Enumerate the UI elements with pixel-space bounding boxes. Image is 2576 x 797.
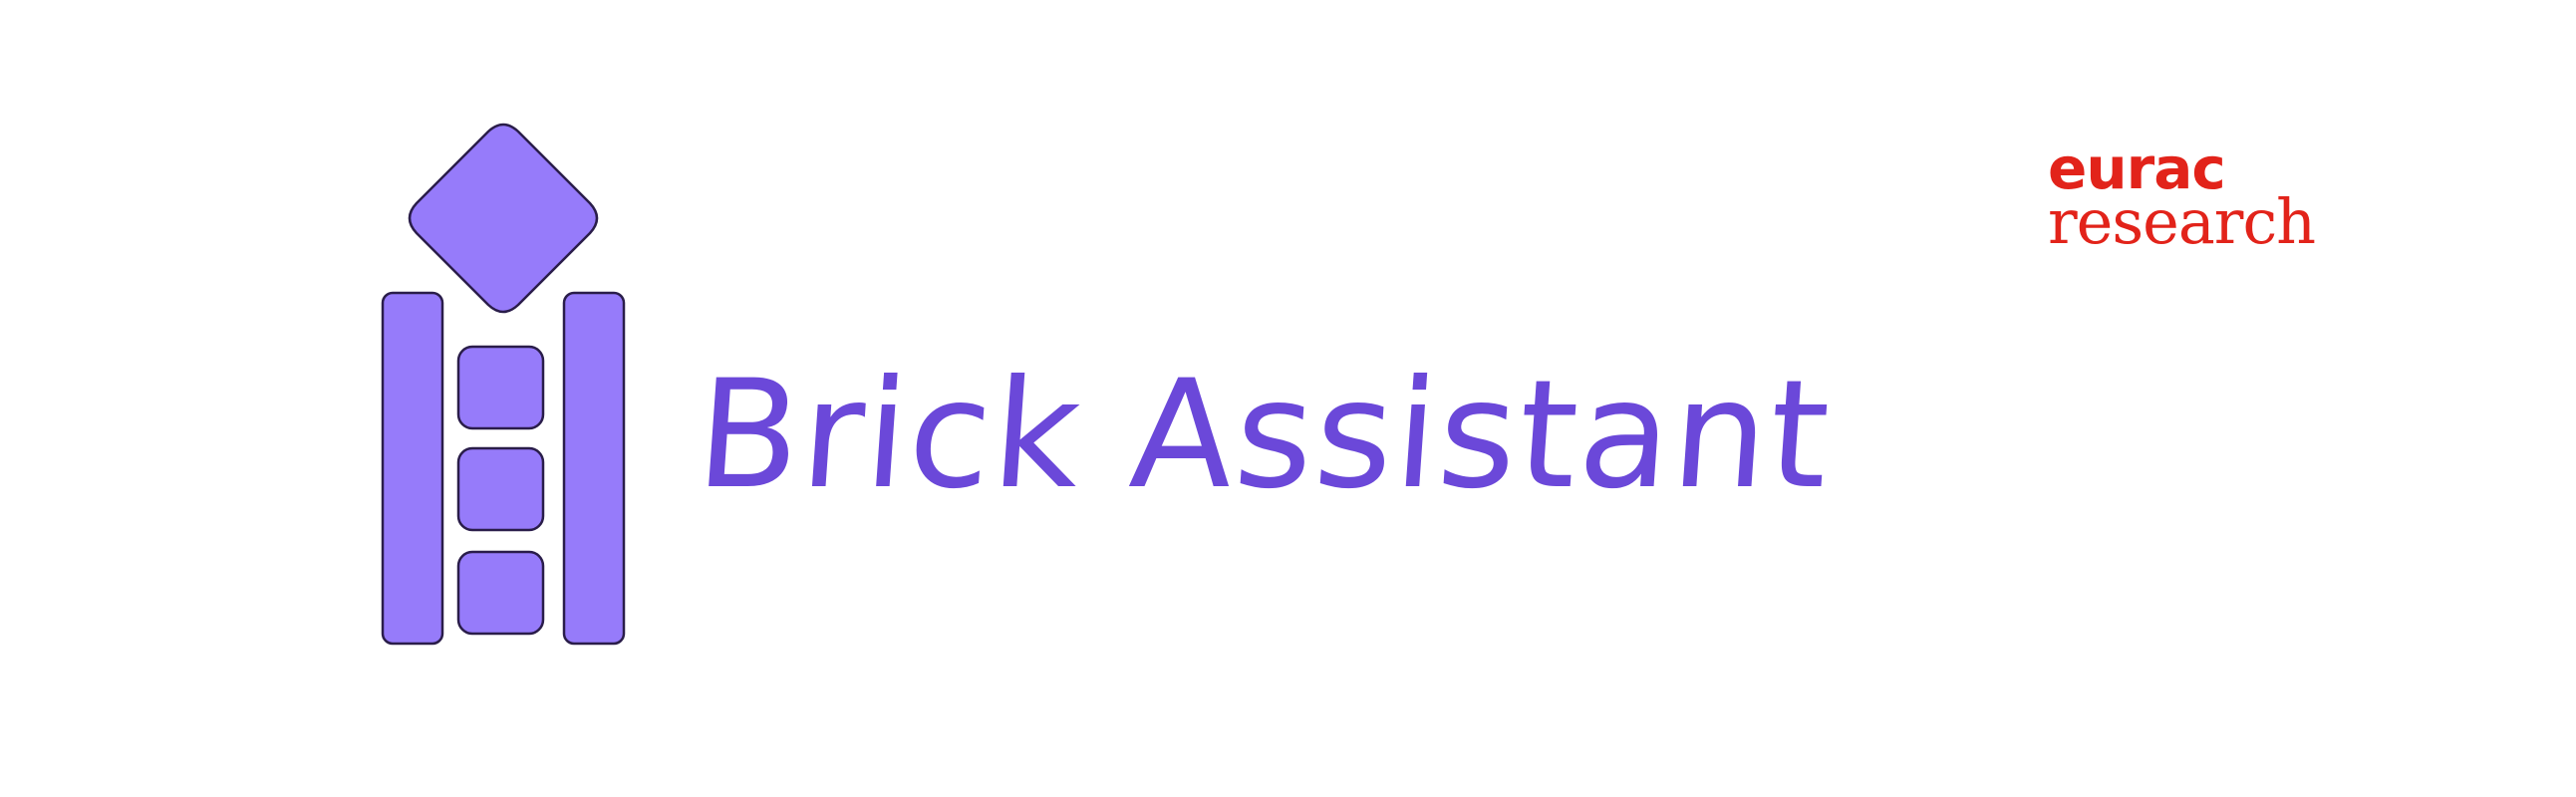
brick-tower-icon [381,123,626,646]
diamond-brick-shape [408,123,599,314]
organization-name-line-2: research [2048,185,2316,258]
middle-square-brick-shape [456,446,545,532]
left-pillar-shape [381,291,444,646]
app-title: Brick Assistant [691,349,1837,522]
organization-logo: eurac research [2048,139,2337,253]
bottom-square-brick-shape [456,550,545,636]
right-pillar-shape [562,291,626,646]
top-square-brick-shape [456,345,545,430]
